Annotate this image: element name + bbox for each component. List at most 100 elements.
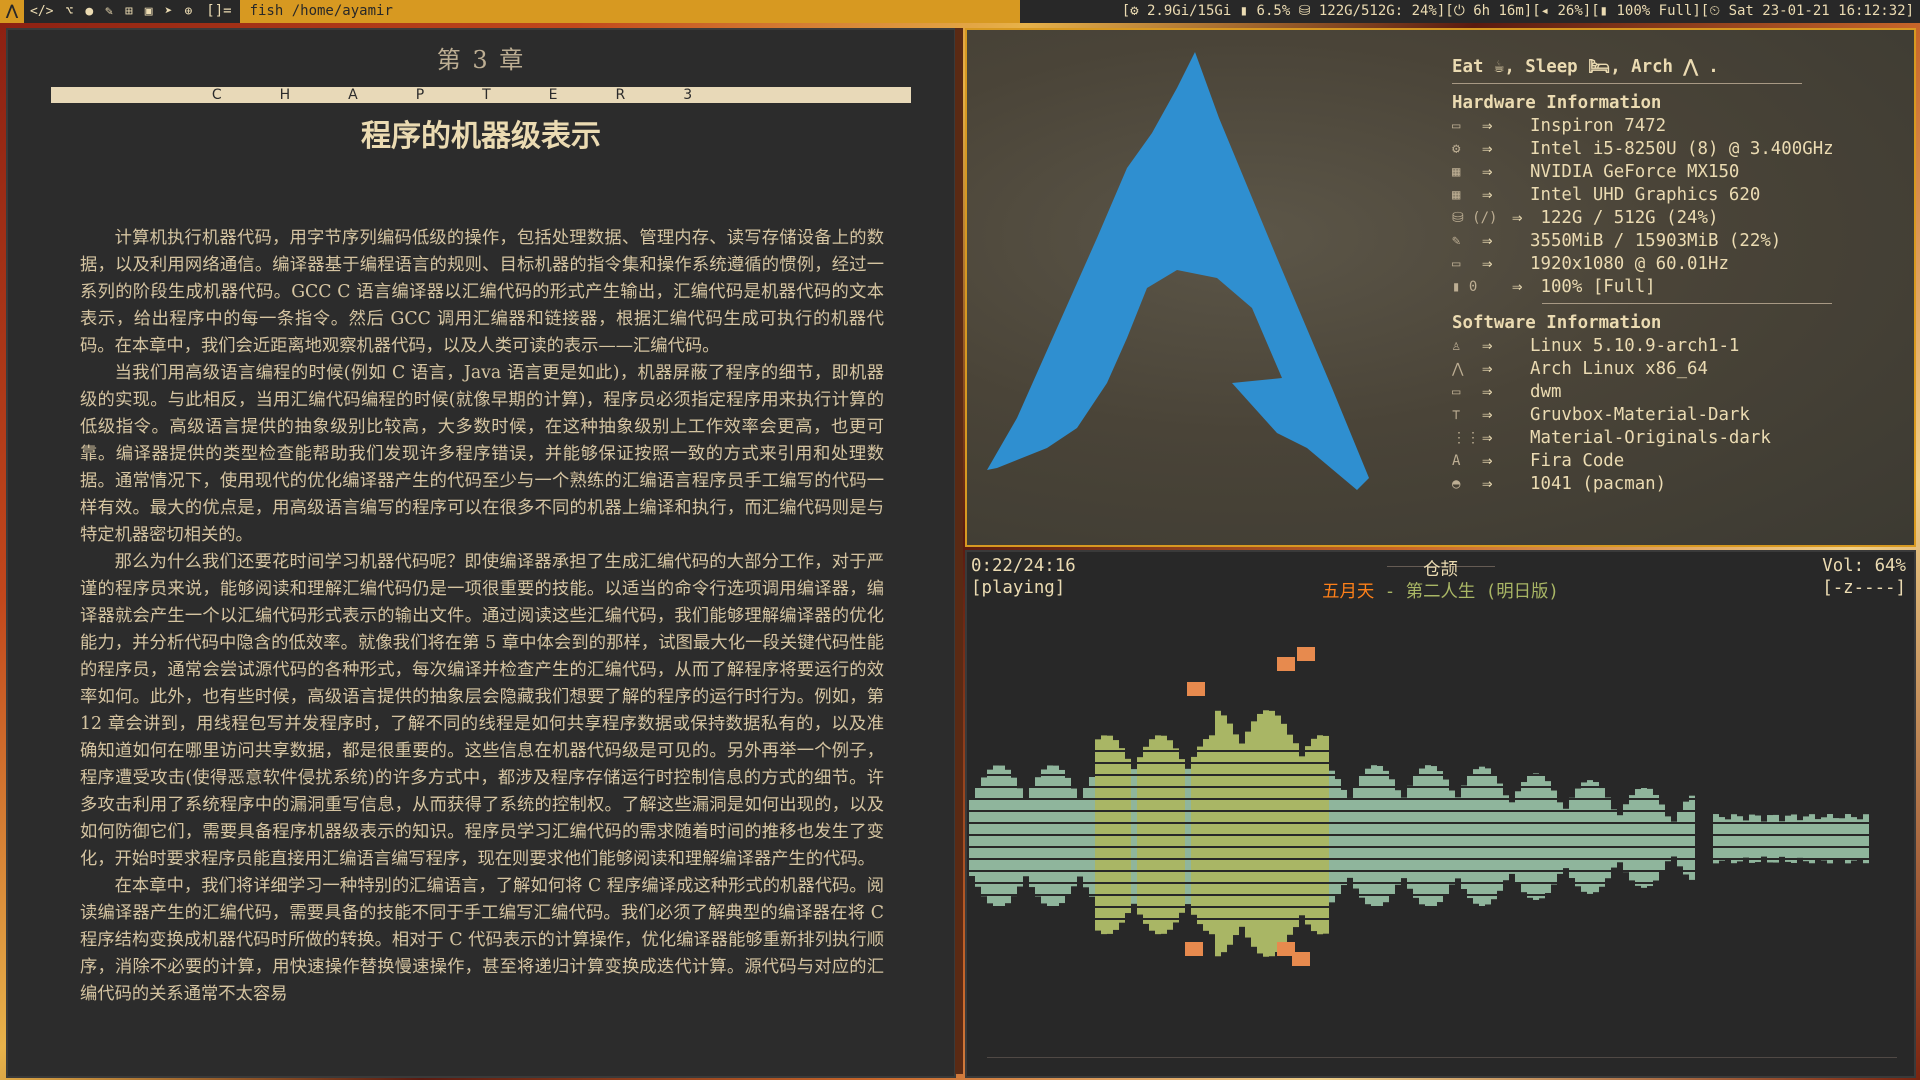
visualizer-bar	[1443, 779, 1449, 840]
visualizer-bar	[1713, 814, 1719, 840]
info-value: Intel UHD Graphics 620	[1530, 185, 1761, 205]
visualizer-bar	[1005, 769, 1011, 840]
globe-icon[interactable]: ⊕	[178, 0, 198, 23]
info-value: Material-Originals-dark	[1530, 428, 1771, 448]
visualizer-bar	[1659, 840, 1665, 872]
arrow-icon: ⇒	[1482, 359, 1493, 379]
visualizer-bar	[1401, 797, 1407, 840]
visualizer-bar	[1671, 821, 1677, 840]
info-value: 100% [Full]	[1530, 277, 1656, 297]
info-value: NVIDIA GeForce MX150	[1530, 162, 1740, 182]
visualizer-bar	[1689, 795, 1695, 840]
audio-visualizer	[967, 647, 1914, 966]
info-value: Fira Code	[1530, 451, 1625, 471]
visualizer-bar	[1539, 840, 1545, 899]
visualizer-bar	[1671, 840, 1677, 857]
laptop-icon: ▭	[1452, 118, 1461, 134]
visualizer-bar	[1467, 775, 1473, 840]
visualizer-stripe	[967, 858, 1914, 860]
visualizer-bar	[1563, 840, 1569, 869]
arch-logo-icon	[987, 52, 1369, 490]
chat-icon[interactable]: ●	[79, 0, 99, 23]
info-value: Arch Linux x86_64	[1530, 359, 1708, 379]
visualizer-bar	[1587, 840, 1593, 894]
visualizer-peak	[1292, 952, 1310, 966]
visualizer-bar	[1371, 765, 1377, 840]
window-icon: ▭	[1452, 384, 1461, 400]
arrow-icon: ⇒	[1482, 162, 1493, 182]
battery-icon: ▮ 0	[1452, 279, 1478, 295]
pdf-reader-window[interactable]: 第 3 章 CHAPTER3 程序的机器级表示 计算机执行机器代码，用字节序列编…	[6, 28, 956, 1078]
visualizer-bar	[1131, 769, 1137, 840]
visualizer-bar	[1089, 840, 1095, 897]
info-value: 122G / 512G (24%)	[1530, 208, 1719, 228]
visualizer-bar	[1491, 840, 1497, 900]
arrow-icon: ⇒	[1482, 428, 1493, 448]
info-value: Gruvbox-Material-Dark	[1530, 405, 1750, 425]
visualizer-bar	[1359, 840, 1365, 898]
visualizer-bar	[1413, 840, 1419, 898]
arrow-icon: ⇒	[1482, 451, 1493, 471]
visualizer-bar	[1149, 840, 1155, 931]
visualizer-bar	[1119, 748, 1125, 840]
visualizer-bar	[1167, 840, 1173, 930]
visualizer-bar	[1143, 746, 1149, 840]
visualizer-bar	[1137, 840, 1143, 915]
visualizer-bar	[1053, 765, 1059, 840]
visualizer-stripe	[967, 774, 1914, 776]
visualizer-bar	[1737, 816, 1743, 840]
visualizer-bar	[1293, 743, 1299, 840]
send-icon[interactable]: ➤	[159, 0, 179, 23]
visualizer-bar	[1779, 821, 1785, 840]
visualizer-bar	[1533, 840, 1539, 900]
visualizer-bar	[975, 787, 981, 840]
info-value: dwm	[1530, 382, 1562, 402]
info-row: ▦ ⇒ Intel UHD Graphics 620	[1452, 184, 1834, 207]
visualizer-bar	[1197, 746, 1203, 840]
visualizer-bar	[1047, 765, 1053, 840]
visualizer-bar	[1557, 840, 1563, 874]
code-icon[interactable]: </>	[24, 0, 59, 23]
pdf-scrollbar[interactable]	[955, 28, 963, 1074]
visualizer-bar	[1053, 840, 1059, 907]
layout-indicator[interactable]: []=	[198, 0, 239, 23]
tools-icon[interactable]: ✎	[99, 0, 119, 23]
visualizer-bar	[1083, 787, 1089, 840]
visualizer-bar	[1833, 818, 1839, 840]
font-icon: A	[1452, 453, 1461, 469]
arrow-icon: ⇒	[1482, 139, 1493, 159]
arch-icon: ⋀	[1452, 361, 1464, 377]
windows-icon[interactable]: ⊞	[119, 0, 139, 23]
git-icon[interactable]: ⌥	[59, 0, 79, 23]
visualizer-bar	[1611, 840, 1617, 868]
visualizer-bar	[1167, 740, 1173, 840]
neofetch-terminal-window[interactable]: Eat ☕, Sleep 🛏, Arch ⋀ . Hardware Inform…	[965, 28, 1916, 547]
info-row: ◓ ⇒ 1041 (pacman)	[1452, 473, 1834, 496]
visualizer-bar	[1815, 840, 1821, 859]
info-value: Linux 5.10.9-arch1-1	[1530, 336, 1740, 356]
visualizer-bar	[1239, 743, 1245, 840]
visualizer-bar	[1347, 797, 1353, 840]
visualizer-bar	[1605, 797, 1611, 840]
arch-launcher-icon[interactable]: ⋀	[0, 0, 24, 23]
arrow-icon: ⇒	[1512, 208, 1523, 228]
visualizer-bar	[999, 840, 1005, 907]
arrow-icon: ⇒	[1482, 405, 1493, 425]
visualizer-bar	[1641, 786, 1647, 840]
info-row: ▭ ⇒ dwm	[1452, 381, 1834, 404]
visualizer-bar	[1365, 768, 1371, 840]
visualizer-bar	[1839, 840, 1845, 860]
info-row: ⋀ ⇒ Arch Linux x86_64	[1452, 358, 1834, 381]
car-icon[interactable]: ▣	[139, 0, 159, 23]
visualizer-bar	[1797, 840, 1803, 858]
visualizer-bar	[1077, 799, 1083, 840]
visualizer-bar	[1767, 815, 1773, 840]
visualizer-bar	[1479, 766, 1485, 840]
package-icon: ◓	[1452, 476, 1461, 492]
cmus-player-window[interactable]: 0:22/24:16 [playing] 仓颉 Vol: 64% [-z----…	[965, 550, 1916, 1078]
visualizer-bar	[1821, 817, 1827, 840]
visualizer-bar	[1743, 840, 1749, 858]
visualizer-bar	[1389, 779, 1395, 840]
visualizer-bar	[1749, 814, 1755, 840]
system-status: [⚙ 2.9Gi/15Gi ▮ 6.5% ⛁ 122G/512G: 24%][⏻…	[1121, 3, 1914, 19]
